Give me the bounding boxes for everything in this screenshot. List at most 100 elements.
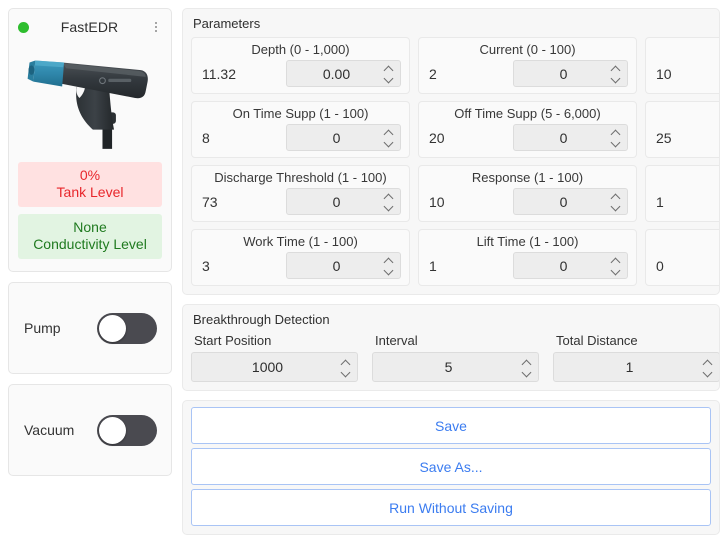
breakthrough-field-label: Total Distance <box>556 333 638 348</box>
parameter-input[interactable]: 0 <box>513 124 628 151</box>
conductivity-level-label: Conductivity Level <box>33 236 147 253</box>
breakthrough-field-input[interactable]: 1 <box>553 352 719 382</box>
parameter-card: Arc Vol 250 <box>645 101 719 158</box>
parameter-row: 10 <box>427 252 628 279</box>
parameter-label: Discharge Threshold (1 - 100) <box>214 170 387 185</box>
chevron-up-icon[interactable] <box>703 360 712 365</box>
parameter-label: On Tim <box>654 42 719 57</box>
run-without-saving-button[interactable]: Run Without Saving <box>191 489 711 526</box>
status-dot-icon <box>18 21 29 33</box>
parameter-label: Lift Time (1 - 100) <box>476 234 579 249</box>
pump-control-card: Pump <box>8 282 172 375</box>
parameter-stepper[interactable] <box>384 125 395 150</box>
breakthrough-field-value: 5 <box>444 359 453 375</box>
parameter-row: 73 0 <box>200 188 401 215</box>
parameter-card: On Time Supp (1 - 100) 8 0 <box>191 101 410 158</box>
chevron-up-icon[interactable] <box>384 130 393 135</box>
parameter-current-value: 0 <box>656 257 664 274</box>
tank-level-badge: 0% Tank Level <box>18 162 162 208</box>
parameter-current-value: 2 <box>429 65 437 82</box>
tank-level-label: Tank Level <box>56 184 124 201</box>
chevron-up-icon[interactable] <box>384 66 393 71</box>
parameter-input[interactable]: 0 <box>286 252 401 279</box>
breakthrough-field-value: 1 <box>625 359 634 375</box>
chevron-down-icon[interactable] <box>384 76 393 81</box>
parameter-row: 100 <box>654 60 719 87</box>
parameter-stepper[interactable] <box>611 125 622 150</box>
chevron-down-icon[interactable] <box>703 370 712 375</box>
handheld-edr-tool-image <box>18 39 162 155</box>
conductivity-level-value: None <box>73 219 107 236</box>
chevron-up-icon[interactable] <box>384 258 393 263</box>
parameter-current-value: 11.32 <box>202 65 236 82</box>
parameter-stepper[interactable] <box>384 253 395 278</box>
parameter-card: Discharge Threshold (1 - 100) 73 0 <box>191 165 410 222</box>
breakthrough-field-stepper[interactable] <box>341 353 352 381</box>
breakthrough-field-label: Interval <box>375 333 418 348</box>
chevron-down-icon[interactable] <box>611 140 620 145</box>
parameter-row: 20 0 <box>427 124 628 151</box>
kebab-menu-icon[interactable] <box>150 22 162 32</box>
chevron-up-icon[interactable] <box>611 258 620 263</box>
parameter-input[interactable]: 0 <box>286 188 401 215</box>
pump-toggle[interactable] <box>97 312 157 344</box>
parameter-label: Arc Count <box>654 170 719 185</box>
parameter-row: 20 <box>427 60 628 87</box>
breakthrough-field-stepper[interactable] <box>703 353 714 381</box>
parameter-card: Depth (0 - 1,000) 11.32 0.00 <box>191 37 410 94</box>
chevron-up-icon[interactable] <box>611 66 620 71</box>
chevron-up-icon[interactable] <box>611 194 620 199</box>
save-as-button[interactable]: Save As... <box>191 448 711 485</box>
parameter-input[interactable]: 0 <box>513 60 628 87</box>
breakthrough-detection-section: Breakthrough Detection Start Position 100… <box>182 304 720 391</box>
chevron-up-icon[interactable] <box>384 194 393 199</box>
parameter-stepper[interactable] <box>611 253 622 278</box>
parameter-card: Current (0 - 100) 2 0 <box>418 37 637 94</box>
parameter-stepper[interactable] <box>384 189 395 214</box>
pump-toggle-knob <box>99 314 126 342</box>
chevron-down-icon[interactable] <box>522 370 531 375</box>
chevron-down-icon[interactable] <box>341 370 350 375</box>
parameter-stepper[interactable] <box>611 61 622 86</box>
parameter-row: 10 <box>654 188 719 215</box>
breakthrough-field-stepper[interactable] <box>522 353 533 381</box>
chevron-down-icon[interactable] <box>611 76 620 81</box>
parameter-card: Arc Count 10 <box>645 165 719 222</box>
chevron-down-icon[interactable] <box>384 204 393 209</box>
parameter-current-value: 10 <box>656 65 672 82</box>
breakthrough-detection-title: Breakthrough Detection <box>193 312 330 327</box>
chevron-down-icon[interactable] <box>611 268 620 273</box>
parameter-stepper[interactable] <box>611 189 622 214</box>
parameter-input[interactable]: 0 <box>286 124 401 151</box>
parameter-card: Off Time Supp (5 - 6,000) 20 0 <box>418 101 637 158</box>
conductivity-level-badge: None Conductivity Level <box>18 214 162 260</box>
parameter-row: 80 <box>200 124 401 151</box>
parameter-current-value: 1 <box>429 257 437 274</box>
parameter-current-value: 1 <box>656 193 664 210</box>
parameter-input[interactable]: 0 <box>513 188 628 215</box>
device-card: FastEDR 0% Tank Level None Conductivity … <box>8 8 172 273</box>
breakthrough-field: Start Position 1000 <box>191 333 358 382</box>
parameter-stepper[interactable] <box>384 61 395 86</box>
parameter-card: On Tim 100 <box>645 37 719 94</box>
parameter-label: Work Time (1 - 100) <box>243 234 358 249</box>
vacuum-toggle[interactable] <box>97 414 157 446</box>
save-button[interactable]: Save <box>191 407 711 444</box>
chevron-down-icon[interactable] <box>384 268 393 273</box>
parameters-title: Parameters <box>193 16 261 31</box>
breakthrough-field-input[interactable]: 5 <box>372 352 539 382</box>
chevron-down-icon[interactable] <box>384 140 393 145</box>
chevron-up-icon[interactable] <box>341 360 350 365</box>
breakthrough-field-input[interactable]: 1000 <box>191 352 358 382</box>
parameters-grid: Depth (0 - 1,000) 11.32 0.00 Current (0 - 1… <box>191 37 719 286</box>
chevron-up-icon[interactable] <box>522 360 531 365</box>
parameter-label: Current (0 - 100) <box>479 42 576 57</box>
main-content: Parameters Depth (0 - 1,000) 11.32 0.00 Cur… <box>182 6 720 535</box>
parameter-input[interactable]: 0.00 <box>286 60 401 87</box>
chevron-up-icon[interactable] <box>611 130 620 135</box>
device-sidebar: FastEDR 0% Tank Level None Conductivity … <box>8 6 172 477</box>
device-name: FastEDR <box>60 19 119 35</box>
chevron-down-icon[interactable] <box>611 204 620 209</box>
breakthrough-field: Total Distance 1 <box>553 333 719 382</box>
parameter-input[interactable]: 0 <box>513 252 628 279</box>
